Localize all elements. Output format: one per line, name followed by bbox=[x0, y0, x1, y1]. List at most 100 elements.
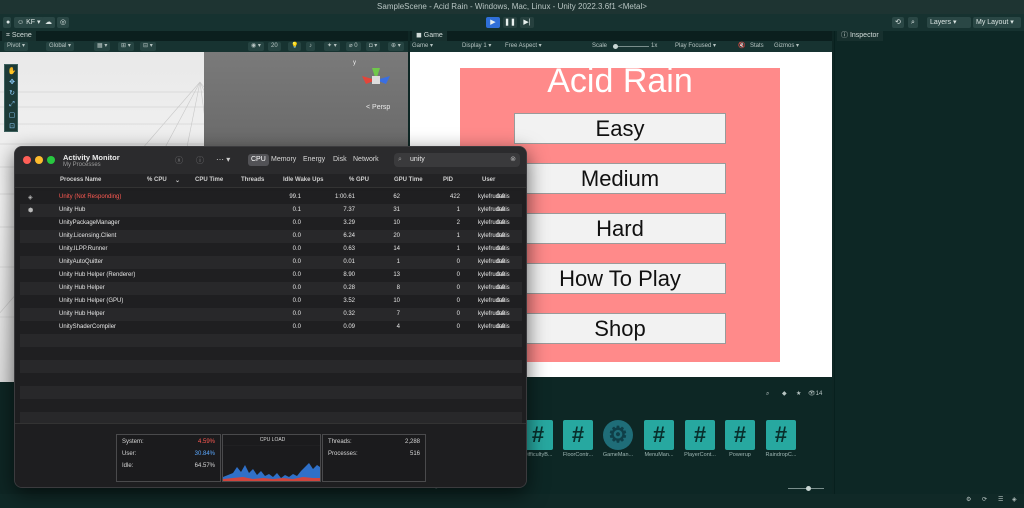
table-row[interactable]: UnityAutoQuitter0.00.01100.00.0012355kyl… bbox=[20, 256, 522, 269]
tab-inspector[interactable]: ⓘ Inspector bbox=[837, 31, 883, 41]
scale-slider[interactable] bbox=[613, 42, 649, 51]
icon-size-slider[interactable] bbox=[788, 484, 824, 493]
tab-cpu[interactable]: CPU bbox=[248, 154, 269, 166]
history-icon[interactable]: ⟲ bbox=[892, 17, 904, 28]
lighting-icon[interactable]: 💡 bbox=[288, 42, 302, 51]
gizmos-dropdown[interactable]: Gizmos ▾ bbox=[774, 42, 799, 51]
favorite-icon[interactable]: ★ bbox=[796, 390, 801, 399]
table-row[interactable]: UnityPackageManager0.03.291020.00.001234… bbox=[20, 217, 522, 230]
progress-icon[interactable]: ⚙ bbox=[966, 496, 971, 505]
table-row[interactable] bbox=[20, 399, 522, 412]
grid-size-field[interactable]: 20 bbox=[268, 42, 281, 51]
table-row[interactable]: Unity Hub Helper0.00.32700.00.0011418kyl… bbox=[20, 308, 522, 321]
search-icon[interactable]: ⌕ bbox=[766, 390, 769, 399]
table-row[interactable]: Unity.ILPP.Runner0.00.631410.00.0012354k… bbox=[20, 243, 522, 256]
hidden-objects-icon[interactable]: ⌀ 0 bbox=[346, 42, 361, 51]
how-to-play-button[interactable]: How To Play bbox=[514, 263, 726, 294]
minimize-button[interactable] bbox=[35, 156, 43, 164]
easy-button[interactable]: Easy bbox=[514, 113, 726, 144]
table-row[interactable]: ⬢Unity Hub0.17.373110.00.0011414kylefrud… bbox=[20, 204, 522, 217]
collab-icon[interactable]: ◎ bbox=[57, 17, 70, 28]
column-header[interactable]: % GPU bbox=[349, 177, 369, 183]
info-icon[interactable]: ⓘ bbox=[196, 155, 204, 166]
sync-icon[interactable]: ☰ bbox=[998, 496, 1003, 505]
asset-item[interactable]: # FloorContr... bbox=[560, 420, 596, 458]
snap-icon[interactable]: ⊞ ▾ bbox=[118, 42, 134, 51]
play-focused-dropdown[interactable]: Play Focused ▾ bbox=[675, 42, 716, 51]
unity-logo-icon[interactable]: ● bbox=[3, 17, 11, 28]
hand-tool-icon[interactable]: ✋ bbox=[7, 67, 17, 76]
column-header[interactable]: CPU Time bbox=[195, 177, 223, 183]
orientation-gizmo-icon[interactable]: y bbox=[204, 52, 408, 147]
column-header[interactable]: GPU Time bbox=[394, 177, 423, 183]
cloud-icon[interactable]: ☁ bbox=[42, 17, 55, 28]
effects-icon[interactable]: ✦ ▾ bbox=[324, 42, 340, 51]
tab-scene[interactable]: ⌗ Scene bbox=[2, 31, 36, 41]
scale-tool-icon[interactable]: ⤢ bbox=[7, 100, 17, 109]
shop-button[interactable]: Shop bbox=[514, 313, 726, 344]
layout-dropdown[interactable]: My Layout ▾ bbox=[973, 17, 1021, 28]
camera-icon[interactable]: ◘ ▾ bbox=[366, 42, 381, 51]
move-tool-icon[interactable]: ✥ bbox=[7, 78, 17, 87]
audio-icon[interactable]: ♪ bbox=[306, 42, 315, 51]
transform-tool-icon[interactable]: ⊡ bbox=[7, 122, 17, 131]
zoom-button[interactable] bbox=[47, 156, 55, 164]
persp-label[interactable]: < Persp bbox=[366, 104, 390, 111]
rect-tool-icon[interactable]: ▢ bbox=[7, 111, 17, 120]
sort-chevron-icon[interactable]: ⌄ bbox=[175, 177, 180, 184]
column-header[interactable]: % CPU bbox=[147, 177, 167, 183]
pause-button[interactable]: ❚❚ bbox=[503, 17, 517, 28]
account-button[interactable]: ☺ KF ▾ bbox=[14, 17, 44, 28]
display-dropdown[interactable]: Display 1 ▾ bbox=[462, 42, 491, 51]
network-icon[interactable]: ⟳ bbox=[982, 496, 987, 505]
stats-button[interactable]: Stats bbox=[750, 42, 764, 51]
hard-button[interactable]: Hard bbox=[514, 213, 726, 244]
column-header[interactable]: PID bbox=[443, 177, 453, 183]
close-button[interactable] bbox=[23, 156, 31, 164]
table-row[interactable]: Unity.Licensing.Client0.06.242010.00.001… bbox=[20, 230, 522, 243]
column-header[interactable]: Threads bbox=[241, 177, 264, 183]
pivot-dropdown[interactable]: Pivot ▾ bbox=[4, 42, 29, 51]
layers-dropdown[interactable]: Layers ▾ bbox=[927, 17, 971, 28]
column-header[interactable]: Process Name bbox=[60, 177, 101, 183]
table-row[interactable] bbox=[20, 386, 522, 399]
medium-button[interactable]: Medium bbox=[514, 163, 726, 194]
gizmos-icon[interactable]: ⊕ ▾ bbox=[388, 42, 404, 51]
grid-icon[interactable]: ▦ ▾ bbox=[94, 42, 111, 51]
search-icon[interactable]: ⌕ bbox=[908, 17, 918, 28]
tab-energy[interactable]: Energy bbox=[300, 154, 328, 166]
step-button[interactable]: ▶| bbox=[520, 17, 534, 28]
table-row[interactable]: Unity Hub Helper (GPU)0.03.521000.01.991… bbox=[20, 295, 522, 308]
search-input[interactable]: ⌕ unity ⊗ bbox=[394, 153, 520, 167]
stop-process-icon[interactable]: ⓧ bbox=[175, 155, 183, 166]
table-row[interactable]: ◈ Unity (Not Responding) 99.1 1:00.61 62 422 0… bbox=[20, 191, 522, 204]
table-row[interactable] bbox=[20, 373, 522, 386]
tab-disk[interactable]: Disk bbox=[330, 154, 350, 166]
asset-item[interactable]: ⚙ GameMan... bbox=[600, 420, 636, 458]
more-options-icon[interactable]: ⋯ ▾ bbox=[216, 155, 230, 164]
draw-mode-icon[interactable]: ◉ ▾ bbox=[248, 42, 264, 51]
table-row[interactable] bbox=[20, 347, 522, 360]
column-header[interactable]: Idle Wake Ups bbox=[283, 177, 323, 183]
table-row[interactable]: Unity Hub Helper0.00.28800.00.0011426kyl… bbox=[20, 282, 522, 295]
tab-network[interactable]: Network bbox=[350, 154, 382, 166]
tab-memory[interactable]: Memory bbox=[268, 154, 299, 166]
table-row[interactable] bbox=[20, 360, 522, 373]
rotate-tool-icon[interactable]: ↻ bbox=[7, 89, 17, 98]
table-row[interactable]: Unity Hub Helper (Renderer) 0.0 8.90 13 0 0.0… bbox=[20, 269, 522, 282]
asset-item[interactable]: # Powerup bbox=[722, 420, 758, 458]
tab-game[interactable]: ◼ Game bbox=[412, 31, 447, 41]
global-dropdown[interactable]: Global ▾ bbox=[46, 42, 75, 51]
game-mode-dropdown[interactable]: Game ▾ bbox=[412, 42, 433, 51]
table-row[interactable] bbox=[20, 334, 522, 347]
activity-monitor-subtitle[interactable]: My Processes bbox=[63, 162, 101, 168]
mute-icon[interactable]: 🔇 bbox=[738, 42, 745, 51]
asset-item[interactable]: # RaindropC... bbox=[763, 420, 799, 458]
increment-icon[interactable]: ⊟ ▾ bbox=[140, 42, 156, 51]
aspect-dropdown[interactable]: Free Aspect ▾ bbox=[505, 42, 542, 51]
play-button[interactable]: ▶ bbox=[486, 17, 500, 28]
asset-item[interactable]: # MenuMan... bbox=[641, 420, 677, 458]
column-header[interactable]: User bbox=[482, 177, 495, 183]
debug-icon[interactable]: ◈ bbox=[1012, 496, 1017, 505]
asset-item[interactable]: # PlayerCont... bbox=[682, 420, 718, 458]
